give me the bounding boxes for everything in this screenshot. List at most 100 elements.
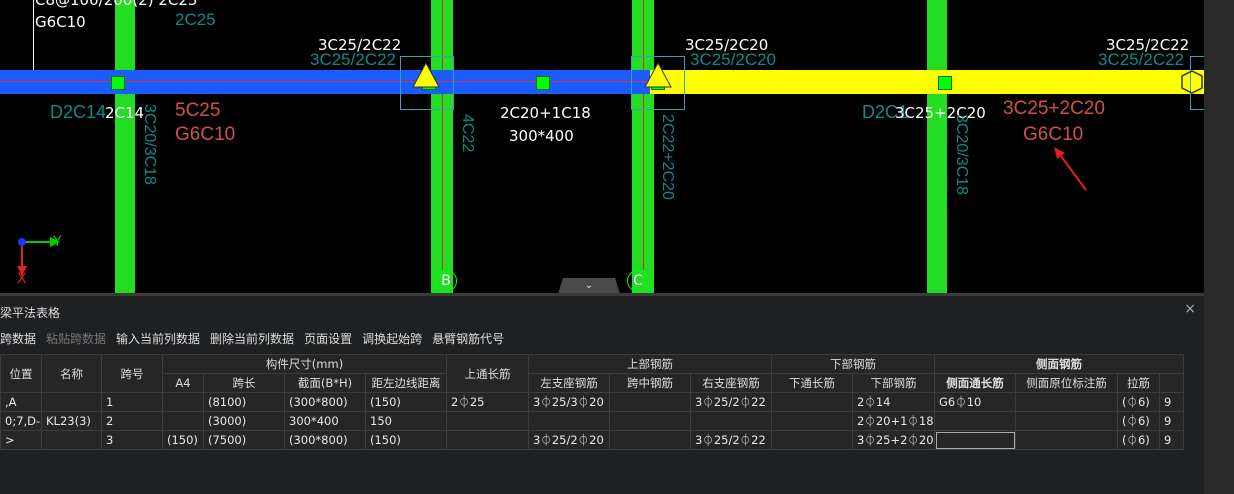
table-row[interactable]: ,A 1 (8100) (300*800) (150) 2⏀25 3⏀25/3⏀… (0, 392, 1184, 412)
header-left-support[interactable]: 左支座钢筋 (528, 373, 610, 393)
beam-node[interactable] (536, 76, 550, 90)
cell-side-annotation[interactable] (1015, 430, 1118, 450)
header-extra[interactable] (1159, 373, 1184, 393)
cell-position[interactable]: ,A (0, 392, 42, 412)
header-position[interactable]: 位置 (0, 354, 42, 393)
header-bottom-group[interactable]: 下部钢筋 (771, 354, 935, 374)
cell-side-annotation[interactable] (1015, 392, 1118, 412)
cell-right-support[interactable]: 3⏀25/2⏀22 (690, 430, 772, 450)
panel-collapse-tab[interactable]: ⌄ (558, 278, 620, 293)
cell-name[interactable] (41, 430, 102, 450)
cell-span[interactable]: 2 (101, 411, 163, 431)
cell-span-length[interactable]: (8100) (203, 392, 285, 412)
header-bottom-rebar[interactable]: 下部钢筋 (852, 373, 935, 393)
cell-side-through[interactable]: G6⏀10 (934, 392, 1016, 412)
cell-mid-span[interactable] (609, 392, 691, 412)
toolbar-page-setup[interactable]: 页面设置 (304, 330, 352, 350)
header-section[interactable]: 截面(B*H) (284, 373, 366, 393)
cell-edge-distance[interactable]: 150 (365, 411, 447, 431)
beam-node[interactable] (111, 76, 125, 90)
cell-a4[interactable]: (150) (162, 430, 204, 450)
toolbar-delete-column[interactable]: 删除当前列数据 (210, 330, 294, 350)
cell-mid-span[interactable] (609, 411, 691, 431)
toolbar-swap-start-span[interactable]: 调换起始跨 (362, 330, 422, 350)
cell-bottom-through[interactable] (771, 430, 853, 450)
panel-title: 梁平法表格 (0, 306, 61, 320)
cell-tie[interactable]: (⏀6) (1117, 392, 1160, 412)
cell-section[interactable]: (300*800) (284, 430, 366, 450)
cad-viewport[interactable]: C8@100/200(2) 2C25 G6C10 2C25 3C25/2C22 … (0, 0, 1204, 293)
toolbar-input-column[interactable]: 输入当前列数据 (116, 330, 200, 350)
cell-a4[interactable] (162, 411, 204, 431)
right-scrollbar[interactable] (1204, 0, 1234, 494)
cell-position[interactable]: 0;7,D- (0, 411, 42, 431)
cell-left-support[interactable]: 3⏀25/3⏀20 (528, 392, 610, 412)
cell-right-support[interactable]: 3⏀25/2⏀22 (690, 392, 772, 412)
cell-span[interactable]: 1 (101, 392, 163, 412)
cell-span[interactable]: 3 (101, 430, 163, 450)
cell-top-through[interactable] (446, 430, 529, 450)
toolbar-cantilever-code[interactable]: 悬臂钢筋代号 (432, 330, 504, 350)
top-left-annotation-line2: G6C10 (35, 13, 86, 31)
table-row[interactable]: 0;7,D- KL23(3) 2 (3000) 300*400 150 2⏀20… (0, 411, 1184, 431)
beam-data-table: 位置 名称 跨号 构件尺寸(mm) 上通长筋 上部钢筋 下部钢筋 侧面钢筋 A4… (0, 354, 1184, 450)
header-span[interactable]: 跨号 (101, 354, 163, 393)
beam-blue-segment[interactable] (0, 70, 650, 94)
cell-right-support[interactable] (690, 411, 772, 431)
header-side-annotation[interactable]: 侧面原位标注筋 (1015, 373, 1118, 393)
close-icon[interactable]: × (1184, 301, 1196, 317)
span1-vertical-annotation: 3C20/3C18 (141, 104, 158, 185)
cell-top-through[interactable] (446, 411, 529, 431)
red-arrow-icon (1054, 147, 1087, 191)
cell-edge-distance[interactable]: (150) (365, 392, 447, 412)
cell-side-through-selected[interactable] (934, 430, 1016, 450)
header-bottom-through[interactable]: 下通长筋 (771, 373, 853, 393)
header-mid-span[interactable]: 跨中钢筋 (609, 373, 691, 393)
header-right-support[interactable]: 右支座钢筋 (690, 373, 772, 393)
header-side-group[interactable]: 侧面钢筋 (934, 354, 1184, 374)
cell-extra[interactable]: 9 (1159, 392, 1184, 412)
header-span-length[interactable]: 跨长 (203, 373, 285, 393)
cell-top-through[interactable]: 2⏀25 (446, 392, 529, 412)
header-a4[interactable]: A4 (162, 373, 204, 393)
support-triangle-icon (412, 62, 440, 88)
cell-a4[interactable] (162, 392, 204, 412)
cell-tie[interactable]: (⏀6) (1117, 430, 1160, 450)
cell-side-annotation[interactable] (1015, 411, 1118, 431)
cell-bottom-rebar[interactable]: 2⏀14 (852, 392, 935, 412)
header-tie[interactable]: 拉筋 (1117, 373, 1160, 393)
cell-position[interactable]: > (0, 430, 42, 450)
beam-node[interactable] (938, 76, 952, 90)
cell-section[interactable]: 300*400 (284, 411, 366, 431)
cell-bottom-through[interactable] (771, 411, 853, 431)
cell-span-length[interactable]: (7500) (203, 430, 285, 450)
cell-edge-distance[interactable]: (150) (365, 430, 447, 450)
table-row[interactable]: > 3 (150) (7500) (300*800) (150) 3⏀25/2⏀… (0, 430, 1184, 450)
cell-side-through[interactable] (934, 411, 1016, 431)
header-dims-group[interactable]: 构件尺寸(mm) (162, 354, 447, 374)
beam-yellow-segment[interactable] (650, 70, 1204, 94)
cell-span-length[interactable]: (3000) (203, 411, 285, 431)
cell-tie[interactable]: (⏀6) (1117, 411, 1160, 431)
span2-bottom-rebar: 2C20+1C18 (500, 104, 591, 122)
header-side-through[interactable]: 侧面通长筋 (934, 373, 1016, 393)
header-top-group[interactable]: 上部钢筋 (528, 354, 772, 374)
header-edge-distance[interactable]: 距左边线距离 (365, 373, 447, 393)
cell-extra[interactable]: 9 (1159, 411, 1184, 431)
cell-name[interactable]: KL23(3) (41, 411, 102, 431)
span2-vertical-annotation: 2C22+2C20 (659, 114, 676, 200)
cell-mid-span[interactable] (609, 430, 691, 450)
header-top-through[interactable]: 上通长筋 (446, 354, 529, 393)
cell-left-support[interactable]: 3⏀25/2⏀20 (528, 430, 610, 450)
span3-bottom-rebar: 3C25+2C20 (895, 104, 986, 122)
cell-section[interactable]: (300*800) (284, 392, 366, 412)
cell-extra[interactable]: 9 (1159, 430, 1184, 450)
cell-bottom-through[interactable] (771, 392, 853, 412)
toolbar-copy-span-data[interactable]: 跨数据 (0, 330, 36, 350)
cell-bottom-rebar[interactable]: 2⏀20+1⏀18 (852, 411, 935, 431)
toolbar-paste-span-data[interactable]: 粘贴跨数据 (46, 330, 106, 350)
header-name[interactable]: 名称 (41, 354, 102, 393)
cell-bottom-rebar[interactable]: 3⏀25+2⏀20 (852, 430, 935, 450)
cell-left-support[interactable] (528, 411, 610, 431)
cell-name[interactable] (41, 392, 102, 412)
